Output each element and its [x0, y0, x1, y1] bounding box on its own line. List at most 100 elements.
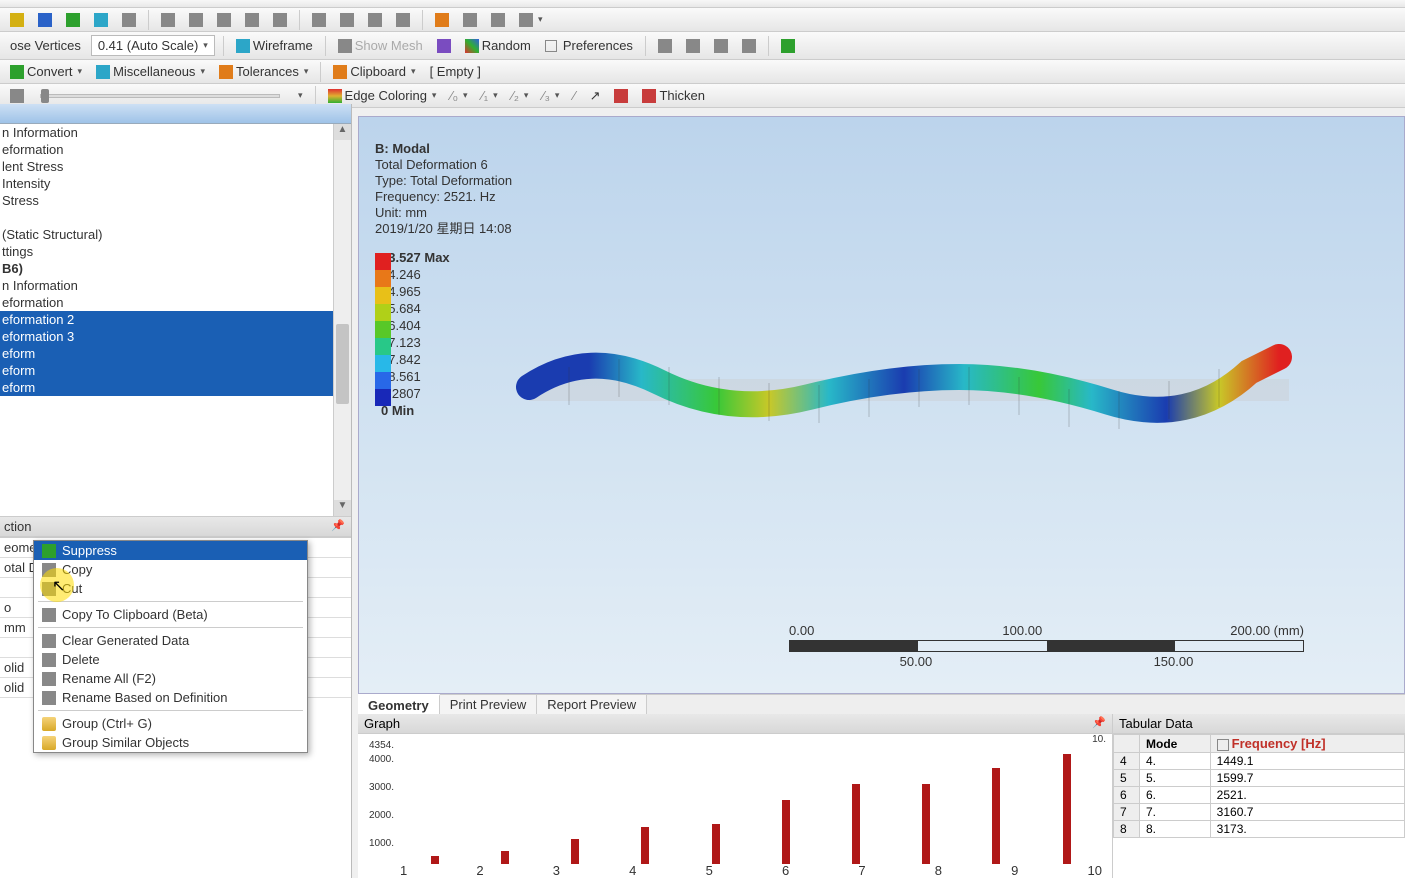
icon-btn[interactable]	[431, 11, 453, 29]
menu-copy[interactable]: Copy	[34, 560, 307, 579]
menu-rename-def[interactable]: Rename Based on Definition	[34, 688, 307, 707]
tab-report-preview[interactable]: Report Preview	[537, 695, 647, 714]
icon-btn[interactable]	[269, 11, 291, 29]
cube-icon[interactable]	[777, 37, 799, 55]
table-row[interactable]: 77.3160.7	[1114, 804, 1405, 821]
edge-opt-5[interactable]: ∕	[569, 86, 579, 105]
clipboard-button[interactable]: Clipboard	[329, 62, 419, 81]
icon-btn[interactable]	[34, 11, 56, 29]
pin-icon[interactable]: 📌	[331, 519, 345, 532]
menu-delete[interactable]: Delete	[34, 650, 307, 669]
random-button[interactable]: Random	[461, 36, 535, 55]
preferences-button[interactable]: Preferences	[541, 36, 637, 55]
menu-cut[interactable]: Cut	[34, 579, 307, 598]
flag-icon[interactable]	[610, 87, 632, 105]
toolbar-icons-1	[0, 8, 1405, 32]
miscellaneous-button[interactable]: Miscellaneous	[92, 62, 209, 81]
icon-btn[interactable]	[487, 11, 509, 29]
menu-label: Suppress	[62, 543, 117, 558]
tree-item[interactable]: eform	[0, 379, 351, 396]
graphics-view[interactable]: B: Modal Total Deformation 6 Type: Total…	[358, 116, 1405, 694]
tree-scrollbar[interactable]: ▲▼	[333, 124, 351, 516]
icon-btn[interactable]	[157, 11, 179, 29]
tree-item[interactable]: (Static Structural)	[0, 226, 351, 243]
arrow-icon[interactable]: ↗	[586, 86, 605, 106]
col-frequency[interactable]: Frequency [Hz]	[1210, 735, 1404, 753]
mesh-icon	[338, 39, 352, 53]
loose-vertices-label: ose Vertices	[6, 36, 85, 55]
icon-btn[interactable]	[118, 11, 140, 29]
edge-opt-4[interactable]: ∕₃	[538, 86, 563, 105]
menu-copy-clipboard[interactable]: Copy To Clipboard (Beta)	[34, 605, 307, 624]
icon-btn[interactable]	[336, 11, 358, 29]
tree-item[interactable]: ttings	[0, 243, 351, 260]
table-row[interactable]: 55.1599.7	[1114, 770, 1405, 787]
slider-dropdown[interactable]	[292, 88, 307, 103]
tree-item[interactable]: Stress	[0, 192, 351, 209]
icon-btn[interactable]	[6, 11, 28, 29]
col-mode[interactable]: Mode	[1140, 735, 1211, 753]
icon-btn[interactable]	[364, 11, 386, 29]
wireframe-icon	[236, 39, 250, 53]
icon-btn[interactable]	[459, 11, 481, 29]
menu-clear-gen[interactable]: Clear Generated Data	[34, 631, 307, 650]
edge-glyph[interactable]	[6, 87, 28, 105]
thicken-button[interactable]: Thicken	[638, 86, 709, 105]
icon-btn[interactable]	[308, 11, 330, 29]
tree-item[interactable]: eformation	[0, 294, 351, 311]
table-row[interactable]: 44.1449.1	[1114, 753, 1405, 770]
coord-icon-2[interactable]	[682, 37, 704, 55]
tree-item[interactable]: B6)	[0, 260, 351, 277]
group-sim-icon	[42, 736, 56, 750]
convert-button[interactable]: Convert	[6, 62, 86, 81]
edge-slider[interactable]	[40, 94, 280, 98]
icon-btn[interactable]	[90, 11, 112, 29]
icon-btn[interactable]	[185, 11, 207, 29]
menu-rename-all[interactable]: Rename All (F2)	[34, 669, 307, 688]
menu-suppress[interactable]: Suppress	[34, 541, 307, 560]
suppress-icon	[42, 544, 56, 558]
menu-group-sim[interactable]: Group Similar Objects	[34, 733, 307, 752]
tree-item[interactable]: eform	[0, 345, 351, 362]
bar	[992, 768, 1000, 864]
tolerances-button[interactable]: Tolerances	[215, 62, 312, 81]
result-frequency: Frequency: 2521. Hz	[375, 189, 512, 205]
table-row[interactable]: 88.3173.	[1114, 821, 1405, 838]
tree-item[interactable]: eformation 2	[0, 311, 351, 328]
table-row[interactable]: 66.2521.	[1114, 787, 1405, 804]
icon-btn[interactable]	[392, 11, 414, 29]
menu-group[interactable]: Group (Ctrl+ G)	[34, 714, 307, 733]
tab-geometry[interactable]: Geometry	[358, 694, 440, 714]
coord-icon-4[interactable]	[738, 37, 760, 55]
scale-bar: 0.00 100.00 200.00 (mm) 50.00 150.00	[789, 623, 1304, 669]
coord-icon-3[interactable]	[710, 37, 732, 55]
tree-item[interactable]: n Information	[0, 124, 351, 141]
tree-item[interactable]: lent Stress	[0, 158, 351, 175]
tree-item[interactable]	[0, 209, 351, 226]
tree-item[interactable]: n Information	[0, 277, 351, 294]
edge-opt-2[interactable]: ∕₁	[478, 86, 502, 105]
probe-icon-button[interactable]	[433, 37, 455, 55]
tree-item[interactable]: Intensity	[0, 175, 351, 192]
tree-item[interactable]: eform	[0, 362, 351, 379]
wireframe-button[interactable]: Wireframe	[232, 36, 317, 55]
edge-opt-3[interactable]: ∕₂	[508, 86, 533, 105]
edge-opt-1[interactable]: ∕₀	[446, 86, 471, 105]
icon-btn[interactable]	[241, 11, 263, 29]
tree-item[interactable]: eformation 3	[0, 328, 351, 345]
icon-btn[interactable]	[62, 11, 84, 29]
tree-item[interactable]: eformation	[0, 141, 351, 158]
show-mesh-button[interactable]: Show Mesh	[334, 36, 427, 55]
autoscale-dropdown[interactable]: 0.41 (Auto Scale)	[91, 35, 215, 56]
bar	[1063, 754, 1071, 864]
context-menu[interactable]: Suppress CopyCut Copy To Clipboard (Beta) C…	[33, 540, 308, 753]
pin-icon[interactable]: 📌	[1092, 716, 1106, 729]
edge-coloring-button[interactable]: Edge Coloring	[324, 86, 441, 105]
icon-btn[interactable]	[515, 11, 547, 29]
icon-btn[interactable]	[213, 11, 235, 29]
outline-tree[interactable]: n Informationeformationlent StressIntens…	[0, 124, 351, 516]
menubar[interactable]	[0, 0, 1405, 8]
tab-print-preview[interactable]: Print Preview	[440, 695, 538, 714]
coord-icon-1[interactable]	[654, 37, 676, 55]
menu-label: Group Similar Objects	[62, 735, 189, 750]
